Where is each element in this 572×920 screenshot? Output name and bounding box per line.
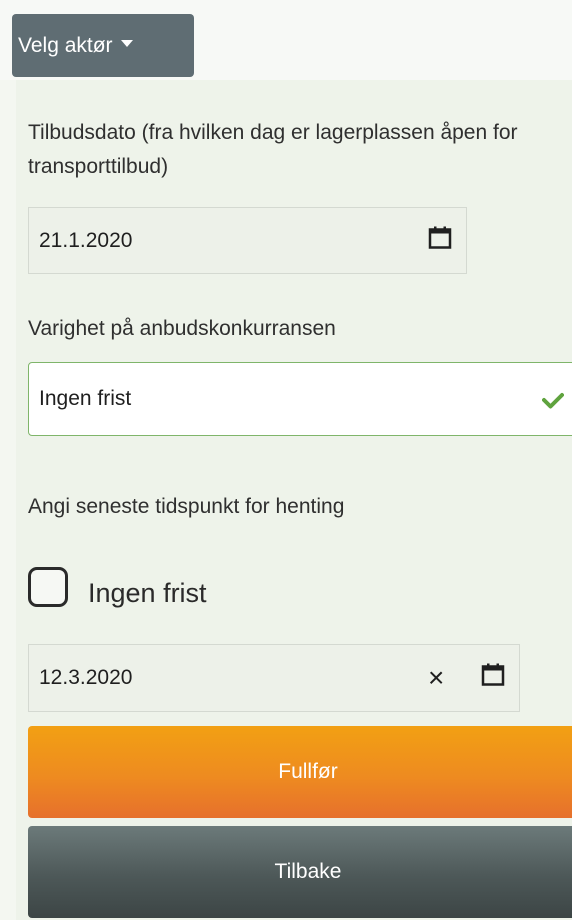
- calendar-icon[interactable]: [428, 226, 452, 250]
- pickup-date-value: 12.3.2020: [39, 666, 133, 689]
- no-deadline-checkbox[interactable]: [28, 567, 68, 607]
- clear-icon[interactable]: ×: [428, 664, 444, 692]
- back-button[interactable]: Tilbake: [28, 826, 572, 918]
- no-deadline-checkbox-label[interactable]: Ingen frist: [88, 578, 207, 609]
- actor-menu-label: Velg aktør: [18, 33, 113, 57]
- offer-date-input[interactable]: 21.1.2020: [28, 207, 467, 274]
- pickup-deadline-label: Angi seneste tidspunkt for henting: [28, 495, 345, 518]
- pickup-date-input[interactable]: 12.3.2020: [28, 644, 520, 712]
- valid-check-icon: [542, 393, 564, 409]
- duration-selected-value: Ingen frist: [39, 387, 132, 410]
- calendar-icon[interactable]: [481, 663, 505, 687]
- back-button-label: Tilbake: [274, 860, 342, 883]
- duration-label: Varighet på anbudskonkurransen: [28, 317, 336, 340]
- finish-button-label: Fullfør: [278, 760, 338, 783]
- caret-down-icon: [120, 40, 133, 47]
- actor-menu-button[interactable]: Velg aktør: [12, 14, 194, 77]
- offer-date-label: Tilbudsdato (fra hvilken dag er lagerpla…: [28, 121, 518, 178]
- offer-date-value: 21.1.2020: [39, 228, 133, 252]
- duration-select[interactable]: Ingen frist: [28, 362, 572, 436]
- finish-button[interactable]: Fullfør: [28, 726, 572, 818]
